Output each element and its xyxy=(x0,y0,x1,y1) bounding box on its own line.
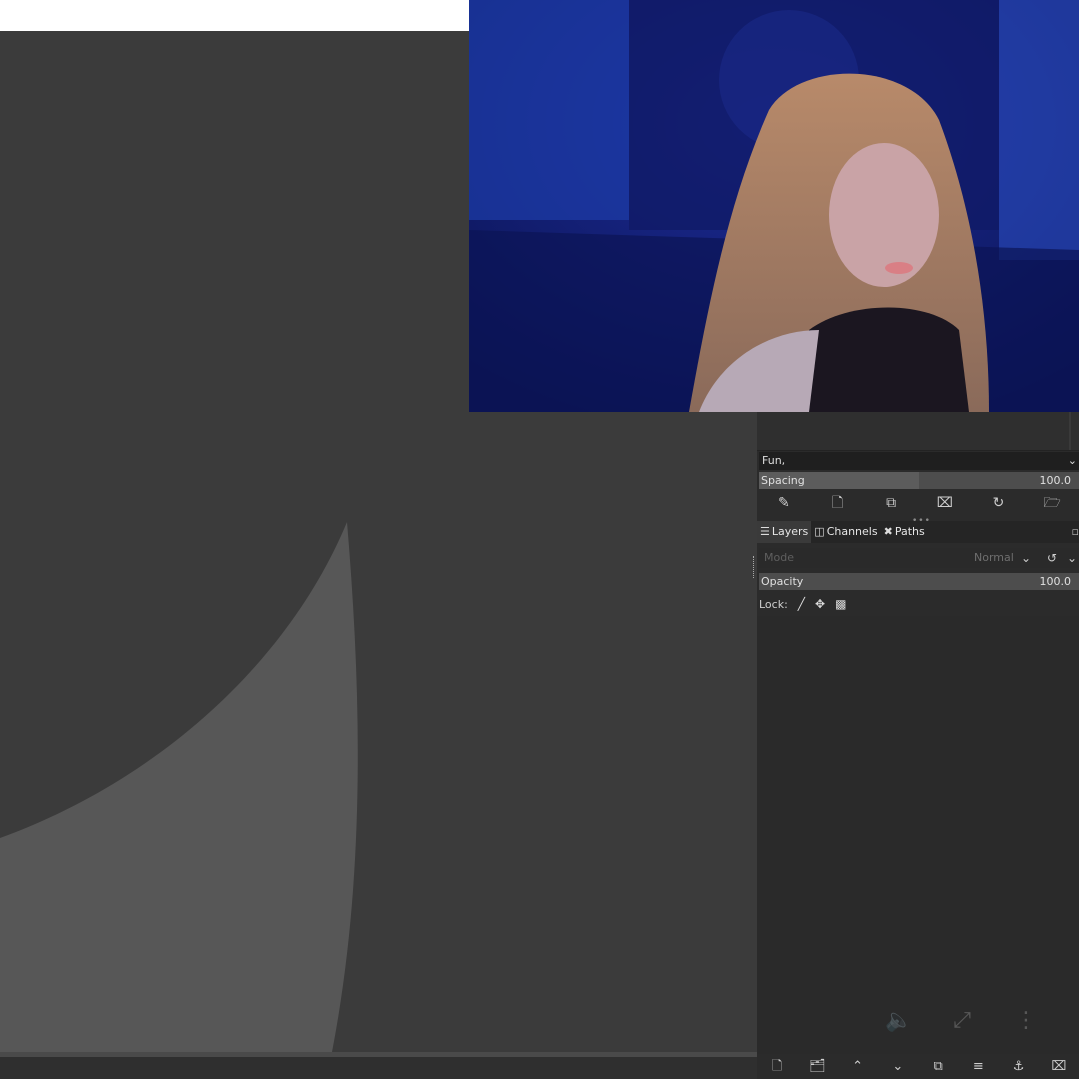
dock-tabs: ☰ Layers ◫ Channels ✖ Paths ▫ xyxy=(757,521,1079,543)
refresh-icon[interactable]: ↻ xyxy=(972,492,1026,514)
anchor-layer-icon[interactable]: ⚓ xyxy=(999,1054,1039,1079)
duplicate-layer-icon[interactable]: ⧉ xyxy=(918,1054,958,1079)
opacity-slider[interactable]: Opacity 100.0 xyxy=(759,573,1079,590)
volume-icon[interactable]: 🔈 xyxy=(885,1008,912,1033)
duplicate-brush-icon[interactable]: ⧉ xyxy=(864,492,918,514)
tab-layers[interactable]: ☰ Layers xyxy=(757,521,812,543)
dock-resize-handle[interactable] xyxy=(753,556,757,578)
spacing-slider[interactable]: Spacing 100.0 xyxy=(759,472,1079,489)
new-layer-group-icon[interactable]: 🗂 xyxy=(797,1054,837,1079)
channels-icon: ◫ xyxy=(814,525,825,538)
dock-menu-icon[interactable]: ▫ xyxy=(1072,521,1079,543)
exit-fullscreen-icon[interactable]: ⤢ xyxy=(949,1008,975,1033)
edit-brush-icon[interactable]: ✎ xyxy=(757,492,811,514)
paths-icon: ✖ xyxy=(883,525,893,538)
lock-label: Lock: xyxy=(759,597,788,611)
mode-value: Normal xyxy=(974,551,1014,564)
chevron-down-icon[interactable]: ⌄ xyxy=(1067,548,1077,568)
tab-paths[interactable]: ✖ Paths xyxy=(881,521,928,543)
webcam-overlay xyxy=(469,0,1079,412)
delete-layer-icon[interactable]: ⌧ xyxy=(1039,1054,1079,1079)
layers-icon: ☰ xyxy=(760,525,770,538)
mode-label: Mode xyxy=(764,551,794,564)
dock-panel: Fun, ⌄ Spacing 100.0 ✎ 🗋 ⧉ ⌧ ↻ 🗁 ••• ☰ L… xyxy=(757,412,1079,1079)
status-bar xyxy=(0,1057,757,1079)
tab-channels-label: Channels xyxy=(826,525,878,538)
chevron-down-icon[interactable]: ⌄ xyxy=(1021,548,1031,568)
reset-icon[interactable]: ↺ xyxy=(1047,548,1057,568)
brush-select[interactable]: Fun, ⌄ xyxy=(759,452,1079,470)
new-layer-icon[interactable]: 🗋 xyxy=(757,1054,797,1079)
tab-layers-label: Layers xyxy=(771,525,809,538)
more-vert-icon[interactable]: ⋮ xyxy=(1013,1008,1039,1033)
brush-toolbar: ✎ 🗋 ⧉ ⌧ ↻ 🗁 xyxy=(757,492,1079,514)
layer-list[interactable] xyxy=(757,616,1079,1054)
merge-layer-icon[interactable]: ≡ xyxy=(958,1054,998,1079)
layer-mode-row[interactable]: Mode Normal ⌄ ↺ ⌄ xyxy=(759,548,1079,568)
lock-position-icon[interactable]: ✥ xyxy=(815,597,825,611)
lower-layer-icon[interactable]: ⌄ xyxy=(878,1054,918,1079)
opacity-label: Opacity xyxy=(761,575,804,588)
new-brush-icon[interactable]: 🗋 xyxy=(811,492,865,514)
delete-brush-icon[interactable]: ⌧ xyxy=(918,492,972,514)
opacity-value: 100.0 xyxy=(1039,575,1072,588)
raise-layer-icon[interactable]: ⌃ xyxy=(838,1054,878,1079)
spacing-label: Spacing xyxy=(761,474,805,487)
spacing-value: 100.0 xyxy=(1039,474,1072,487)
brush-select-value: Fun, xyxy=(762,454,786,467)
lock-alpha-icon[interactable]: ▩ xyxy=(835,597,846,611)
open-folder-icon[interactable]: 🗁 xyxy=(1025,492,1079,514)
video-overlay-controls: 🔈 ⤢ ⋮ xyxy=(885,1008,1039,1033)
tab-paths-label: Paths xyxy=(894,525,925,538)
lock-pixels-icon[interactable]: ╱ xyxy=(798,597,805,611)
chevron-down-icon[interactable]: ⌄ xyxy=(1068,452,1077,470)
brush-preview-area xyxy=(757,412,1079,451)
layer-toolbar: 🗋 🗂 ⌃ ⌄ ⧉ ≡ ⚓ ⌧ xyxy=(757,1054,1079,1079)
tab-channels[interactable]: ◫ Channels xyxy=(811,521,880,543)
lock-row: Lock: ╱ ✥ ▩ xyxy=(759,596,846,612)
